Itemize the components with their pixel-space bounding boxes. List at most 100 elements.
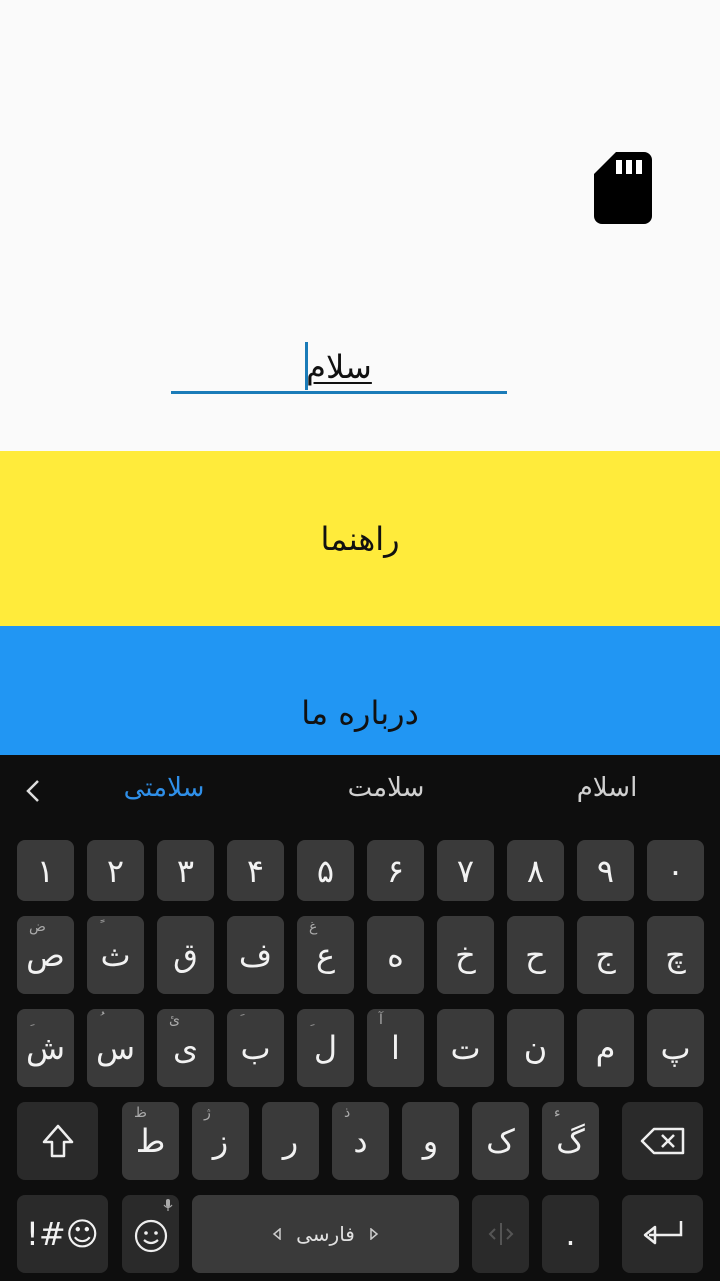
key-row2-9[interactable]: پ: [647, 1009, 704, 1087]
key-row1-0[interactable]: ضص: [17, 916, 74, 994]
key-row2-4-label: ل: [313, 1029, 338, 1067]
cursor-move-icon: [488, 1223, 513, 1245]
input-value: سلام: [306, 348, 372, 386]
key-row2-8-label: م: [595, 1029, 616, 1067]
key-number-4-label: ۵: [316, 851, 335, 890]
key-row3-0-label: ط: [135, 1122, 166, 1160]
key-row3-5-label: ک: [486, 1122, 515, 1160]
key-row3-2-label: ر: [282, 1122, 299, 1160]
help-button-label: راهنما: [320, 519, 400, 558]
key-row1-9[interactable]: چ: [647, 916, 704, 994]
key-row2-6[interactable]: ت: [437, 1009, 494, 1087]
key-number-5-label: ۶: [386, 851, 405, 890]
about-button-label: درباره ما: [301, 693, 419, 732]
about-button[interactable]: درباره ما: [0, 626, 720, 755]
mic-icon: [163, 1199, 173, 1211]
keyboard: سلامتی سلامت اسلام ۱۲۳۴۵۶۷۸۹۰ضصًثقفغعهخح…: [0, 755, 720, 1281]
text-input[interactable]: سلام: [171, 338, 507, 396]
key-row1-5-label: ه: [387, 936, 404, 974]
key-number-7[interactable]: ۸: [507, 840, 564, 901]
backspace-key[interactable]: [622, 1102, 703, 1180]
key-number-2[interactable]: ۳: [157, 840, 214, 901]
key-row2-1-label: س: [95, 1029, 136, 1067]
cursor-key[interactable]: [472, 1195, 529, 1273]
key-row2-2[interactable]: ئی: [157, 1009, 214, 1087]
key-row1-6[interactable]: خ: [437, 916, 494, 994]
key-row1-5[interactable]: ه: [367, 916, 424, 994]
key-number-9[interactable]: ۰: [647, 840, 704, 901]
key-row1-8[interactable]: ج: [577, 916, 634, 994]
period-key-label: .: [565, 1215, 576, 1253]
shift-icon: [42, 1124, 73, 1158]
key-row2-7-label: ن: [523, 1029, 548, 1067]
key-number-3[interactable]: ۴: [227, 840, 284, 901]
key-number-8-label: ۹: [596, 851, 615, 890]
key-row1-7-label: ح: [525, 936, 546, 974]
key-number-5[interactable]: ۶: [367, 840, 424, 901]
key-row3-5[interactable]: ک: [472, 1102, 529, 1180]
suggestion-3[interactable]: اسلام: [517, 773, 697, 803]
key-row3-1[interactable]: ژز: [192, 1102, 249, 1180]
key-row2-0[interactable]: ِش: [17, 1009, 74, 1087]
key-number-6-label: ۷: [456, 851, 475, 890]
key-row1-3[interactable]: ف: [227, 916, 284, 994]
emoji-key[interactable]: [122, 1195, 179, 1273]
key-row2-5-label: ا: [391, 1029, 400, 1067]
key-number-3-label: ۴: [246, 851, 265, 890]
key-row3-0-hint: ظ: [134, 1105, 147, 1121]
key-row3-3-label: د: [353, 1122, 368, 1160]
key-row1-4[interactable]: غع: [297, 916, 354, 994]
key-row1-7[interactable]: ح: [507, 916, 564, 994]
suggestion-2[interactable]: سلامت: [296, 773, 476, 803]
key-row2-8[interactable]: م: [577, 1009, 634, 1087]
symbols-key[interactable]: !#☺: [17, 1195, 108, 1273]
key-number-8[interactable]: ۹: [577, 840, 634, 901]
key-row2-5[interactable]: آا: [367, 1009, 424, 1087]
key-row2-4[interactable]: ِل: [297, 1009, 354, 1087]
key-row3-3[interactable]: ذد: [332, 1102, 389, 1180]
key-row3-6-hint: ء: [554, 1105, 561, 1121]
key-row2-1[interactable]: ُس: [87, 1009, 144, 1087]
key-row1-3-label: ف: [238, 936, 273, 974]
key-number-0[interactable]: ۱: [17, 840, 74, 901]
period-key[interactable]: .: [542, 1195, 599, 1273]
key-row2-7[interactable]: ن: [507, 1009, 564, 1087]
key-row3-0[interactable]: ظط: [122, 1102, 179, 1180]
key-row2-3[interactable]: َب: [227, 1009, 284, 1087]
key-number-1-label: ۲: [106, 851, 125, 890]
key-row2-9-label: پ: [660, 1029, 691, 1067]
key-number-4[interactable]: ۵: [297, 840, 354, 901]
key-row3-6[interactable]: ءگ: [542, 1102, 599, 1180]
suggestion-1[interactable]: سلامتی: [74, 773, 254, 803]
key-row1-8-label: ج: [595, 936, 616, 974]
key-row1-2[interactable]: ق: [157, 916, 214, 994]
key-row1-1[interactable]: ًث: [87, 916, 144, 994]
key-row3-4[interactable]: و: [402, 1102, 459, 1180]
key-row3-2[interactable]: ر: [262, 1102, 319, 1180]
arrow-left-icon: [272, 1228, 281, 1240]
enter-icon: [643, 1221, 682, 1245]
help-button[interactable]: راهنما: [0, 451, 720, 626]
key-row1-4-label: ع: [315, 936, 336, 974]
key-row1-2-label: ق: [173, 936, 198, 974]
key-number-9-label: ۰: [666, 851, 685, 890]
key-row1-0-hint: ض: [29, 919, 46, 935]
backspace-icon: [640, 1127, 684, 1155]
chevron-left-icon[interactable]: [22, 777, 46, 805]
key-row2-6-label: ت: [450, 1029, 481, 1067]
space-key[interactable]: فارسی: [192, 1195, 459, 1273]
key-row2-0-label: ش: [25, 1029, 66, 1067]
text-caret: [305, 342, 308, 390]
enter-key[interactable]: [622, 1195, 703, 1273]
sd-card-icon[interactable]: [594, 152, 652, 224]
input-underline: [171, 391, 507, 394]
key-number-7-label: ۸: [526, 851, 545, 890]
key-number-1[interactable]: ۲: [87, 840, 144, 901]
emoji-icon: [134, 1219, 167, 1253]
key-row3-1-hint: ژ: [204, 1105, 211, 1121]
key-row3-1-label: ز: [212, 1122, 229, 1160]
key-row3-4-label: و: [422, 1122, 439, 1160]
shift-key[interactable]: [17, 1102, 98, 1180]
key-row1-1-label: ث: [100, 936, 131, 974]
key-number-6[interactable]: ۷: [437, 840, 494, 901]
